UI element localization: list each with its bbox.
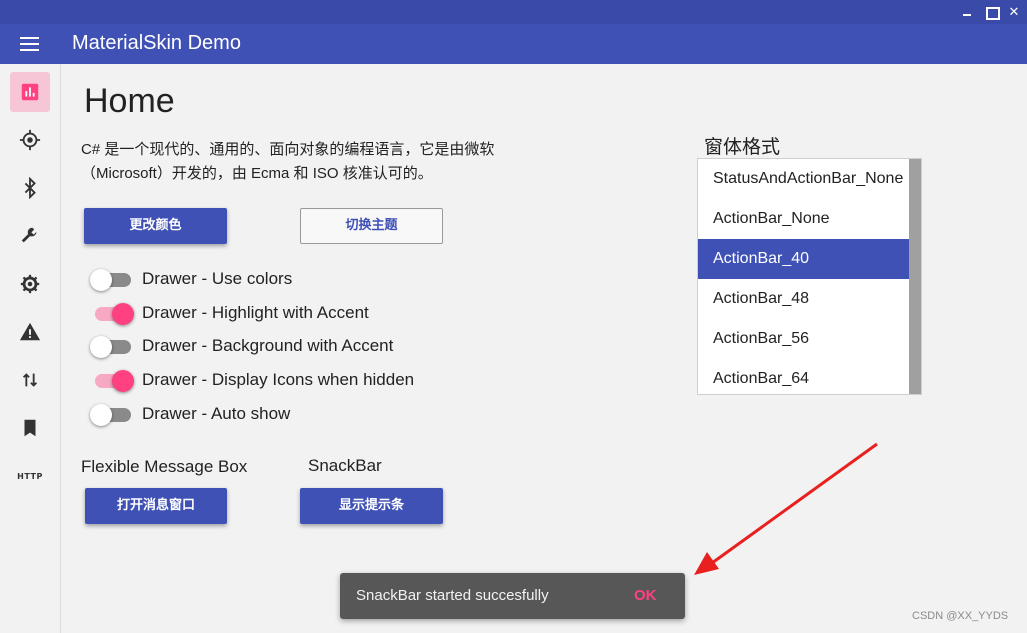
snackbar-label: SnackBar [308,456,382,475]
toggle-label: Drawer - Display Icons when hidden [142,370,415,389]
minimize-icon[interactable] [958,3,976,21]
snackbar-message: SnackBar started succesfully [356,587,549,604]
http-icon: HTTP [17,471,43,481]
list-item[interactable]: ActionBar_64 [698,359,909,394]
switch-thumb[interactable] [112,370,134,392]
switch-theme-button[interactable]: 切换主题 [300,208,443,244]
open-message-box-button[interactable]: 打开消息窗口 [85,488,227,524]
toggle-auto-show[interactable]: Drawer - Auto show [90,399,490,429]
gps-icon [19,129,41,151]
close-icon[interactable]: ✕ [1005,3,1023,21]
change-color-button[interactable]: 更改颜色 [84,208,227,244]
switch-thumb[interactable] [90,404,112,426]
app-title: MaterialSkin Demo [72,32,241,54]
watermark: CSDN @XX_YYDS [912,610,1009,622]
gear-icon [20,274,40,294]
scrollbar-thumb[interactable] [909,159,921,394]
toggle-background-accent[interactable]: Drawer - Background with Accent [90,331,490,361]
swap-vertical-icon [22,373,38,387]
navigation-drawer: HTTP [0,64,61,633]
toggle-display-icons[interactable]: Drawer - Display Icons when hidden [90,365,490,395]
sidebar-item-home[interactable] [10,72,50,112]
list-item-selected[interactable]: ActionBar_40 [698,239,909,279]
toggle-use-colors[interactable]: Drawer - Use colors [90,264,490,294]
list-item[interactable]: ActionBar_None [698,199,909,239]
sidebar-item-bookmark[interactable] [10,408,50,448]
app-bar: MaterialSkin Demo [0,24,1027,64]
sidebar-item-transfer[interactable] [10,360,50,400]
warning-icon [19,322,41,341]
list-item[interactable]: ActionBar_56 [698,319,909,359]
toggle-label: Drawer - Auto show [142,404,291,423]
bluetooth-icon [24,177,36,199]
form-style-title: 窗体格式 [704,137,781,158]
home-page: Home C# 是一个现代的、通用的、面向对象的编程语言，它是由微软（Micro… [62,64,1027,633]
sidebar-item-location[interactable] [10,120,50,160]
switch-thumb[interactable] [90,336,112,358]
switch-thumb[interactable] [90,269,112,291]
snackbar: SnackBar started succesfully OK [340,573,685,619]
wrench-icon [21,227,37,243]
toggle-label: Drawer - Background with Accent [142,336,394,355]
maximize-icon[interactable] [982,3,1000,21]
description-text: C# 是一个现代的、通用的、面向对象的编程语言，它是由微软（Microsoft）… [81,141,495,182]
form-style-list[interactable]: StatusAndActionBar_None ActionBar_None A… [697,158,922,395]
toggle-highlight-accent[interactable]: Drawer - Highlight with Accent [90,298,490,328]
sidebar-item-bluetooth[interactable] [10,168,50,208]
hamburger-menu-icon[interactable] [20,36,39,52]
switch-thumb[interactable] [112,303,134,325]
sidebar-item-tools[interactable] [10,216,50,256]
sidebar-item-warning[interactable] [10,312,50,352]
flexible-message-box-label: Flexible Message Box [81,457,248,476]
list-item[interactable]: ActionBar_48 [698,279,909,319]
list-item[interactable]: StatusAndActionBar_None [698,159,909,199]
list-scrollbar[interactable] [909,159,921,394]
bookmark-icon [24,419,36,437]
sidebar-item-settings[interactable] [10,264,50,304]
sidebar-item-http[interactable]: HTTP [10,456,50,496]
show-snackbar-button[interactable]: 显示提示条 [300,488,443,524]
page-title: Home [84,82,175,120]
toggle-label: Drawer - Use colors [142,269,293,288]
toggle-label: Drawer - Highlight with Accent [142,303,369,322]
snackbar-ok-button[interactable]: OK [634,587,657,604]
chart-icon [21,83,39,101]
window-title-bar: ✕ [0,0,1027,24]
